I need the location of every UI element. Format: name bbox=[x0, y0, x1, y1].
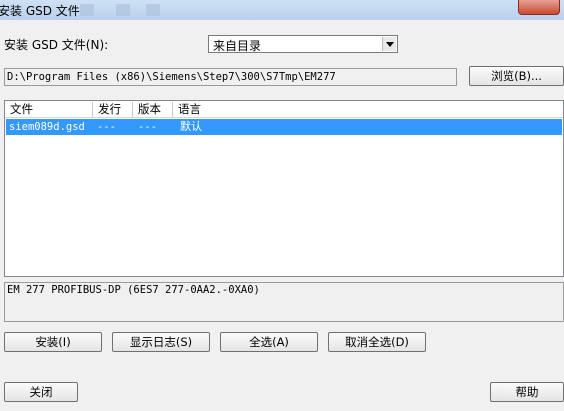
close-button[interactable]: 关闭 bbox=[4, 382, 78, 402]
install-button[interactable]: 安装(I) bbox=[4, 332, 102, 352]
deselect-all-button[interactable]: 取消全选(D) bbox=[328, 332, 426, 352]
titlebar-icon-3 bbox=[146, 4, 160, 16]
title-bar[interactable]: 安装 GSD 文件 bbox=[0, 0, 564, 20]
list-header: 文件 发行 版本 语言 bbox=[5, 101, 563, 118]
column-header-release[interactable]: 发行 bbox=[93, 102, 133, 117]
titlebar-icon-1 bbox=[80, 4, 94, 16]
install-gsd-label: 安装 GSD 文件(N): bbox=[4, 38, 109, 52]
description-box: EM 277 PROFIBUS-DP (6ES7 277-0AA2.-0XA0) bbox=[4, 282, 564, 322]
chevron-down-icon[interactable] bbox=[382, 37, 396, 51]
column-header-version[interactable]: 版本 bbox=[133, 102, 173, 117]
browse-button[interactable]: 浏览(B)... bbox=[469, 66, 564, 86]
row-file: siem089d.gsd bbox=[9, 121, 85, 133]
row-release: --- bbox=[97, 121, 116, 133]
help-button[interactable]: 帮助 bbox=[490, 382, 564, 402]
gsd-file-list[interactable]: 文件 发行 版本 语言 siem089d.gsd --- --- 默认 bbox=[4, 100, 564, 277]
column-header-file[interactable]: 文件 bbox=[5, 102, 93, 117]
row-language: 默认 bbox=[180, 120, 202, 133]
table-row[interactable]: siem089d.gsd --- --- 默认 bbox=[6, 119, 562, 135]
row-version: --- bbox=[138, 121, 157, 133]
source-dropdown[interactable]: 来自目录 bbox=[208, 35, 398, 53]
show-log-button[interactable]: 显示日志(S) bbox=[112, 332, 210, 352]
titlebar-icon-2 bbox=[116, 4, 130, 16]
directory-path-text: D:\Program Files (x86)\Siemens\Step7\300… bbox=[7, 71, 336, 83]
select-all-button[interactable]: 全选(A) bbox=[220, 332, 318, 352]
source-dropdown-value: 来自目录 bbox=[213, 39, 262, 53]
column-header-language[interactable]: 语言 bbox=[173, 102, 561, 117]
directory-path-field[interactable]: D:\Program Files (x86)\Siemens\Step7\300… bbox=[4, 68, 457, 86]
window-close-button[interactable] bbox=[518, 0, 560, 15]
description-text: EM 277 PROFIBUS-DP (6ES7 277-0AA2.-0XA0) bbox=[7, 284, 260, 296]
window-title: 安装 GSD 文件 bbox=[0, 4, 80, 18]
